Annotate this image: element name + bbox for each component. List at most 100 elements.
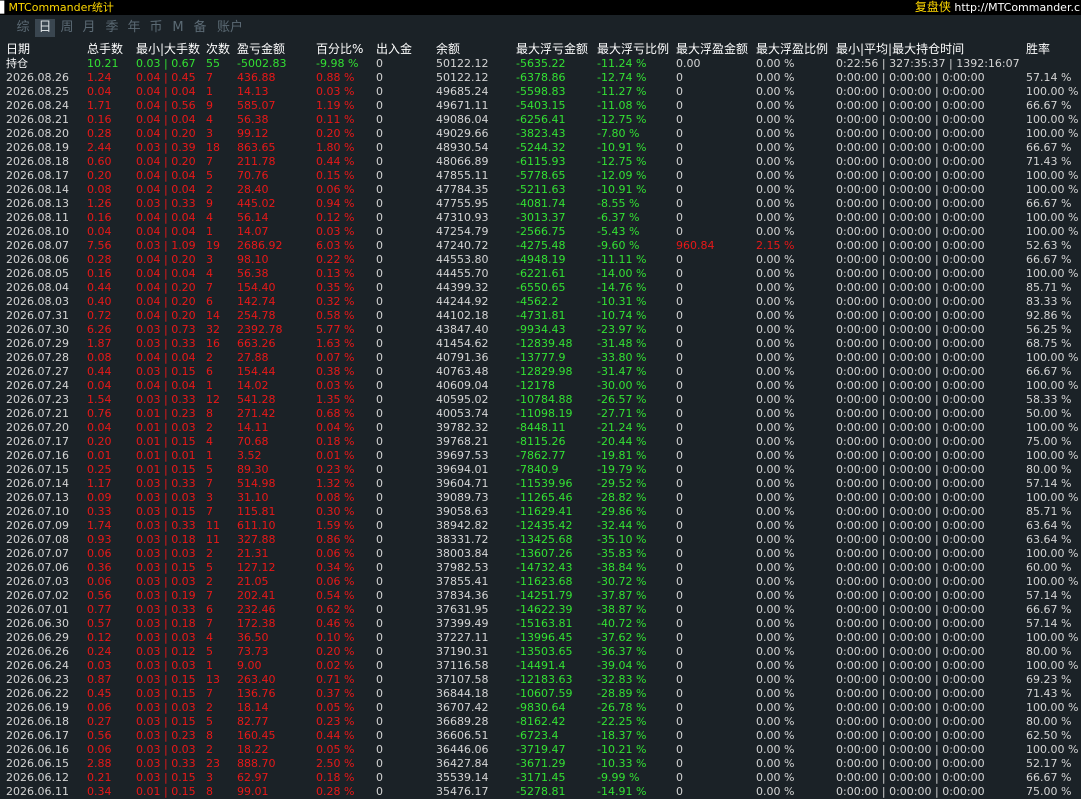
table-row[interactable]: 2026.08.17 0.20 0.04 | 0.04 5 70.76 0.15 % 0 47… xyxy=(0,169,1081,183)
cell-max-float-loss: -8162.42 xyxy=(516,715,566,728)
table-row[interactable]: 2026.06.22 0.45 0.03 | 0.15 7 136.76 0.37 % 0 3… xyxy=(0,687,1081,701)
table-row[interactable]: 2026.08.26 1.24 0.04 | 0.45 7 436.88 0.88 % 0 5… xyxy=(0,71,1081,85)
table-row[interactable]: 2026.06.12 0.21 0.03 | 0.15 3 62.97 0.18 % 0 35… xyxy=(0,771,1081,785)
table-row[interactable]: 2026.07.06 0.36 0.03 | 0.15 5 127.12 0.34 % 0 3… xyxy=(0,561,1081,575)
table-row[interactable]: 2026.08.05 0.16 0.04 | 0.04 4 56.38 0.13 % 0 44… xyxy=(0,267,1081,281)
cell-pnl: 31.10 xyxy=(237,491,269,504)
cell-hold-time: 0:00:00 | 0:00:00 | 0:00:00 xyxy=(836,239,985,252)
table-row[interactable]: 2026.08.25 0.04 0.04 | 0.04 1 14.13 0.03 % 0 49… xyxy=(0,85,1081,99)
table-row[interactable]: 2026.08.13 1.26 0.03 | 0.33 9 445.02 0.94 % 0 4… xyxy=(0,197,1081,211)
cell-date: 2026.08.04 xyxy=(6,281,69,294)
cell-hold-time: 0:00:00 | 0:00:00 | 0:00:00 xyxy=(836,673,985,686)
cell-win-rate: 57.14 % xyxy=(1026,589,1072,602)
tab-6[interactable]: 币 xyxy=(147,19,165,37)
cell-max-float-profit: 0 xyxy=(676,323,683,336)
table-row[interactable]: 2026.07.24 0.04 0.04 | 0.04 1 14.02 0.03 % 0 40… xyxy=(0,379,1081,393)
cell-max-float-profit-pct: 0.00 % xyxy=(756,757,795,770)
table-row[interactable]: 2026.08.10 0.04 0.04 | 0.04 1 14.07 0.03 % 0 47… xyxy=(0,225,1081,239)
tab-2[interactable]: 周 xyxy=(58,19,76,37)
table-row[interactable]: 2026.07.20 0.04 0.01 | 0.03 2 14.11 0.04 % 0 39… xyxy=(0,421,1081,435)
cell-hold-time: 0:00:00 | 0:00:00 | 0:00:00 xyxy=(836,505,985,518)
table-row[interactable]: 2026.07.28 0.08 0.04 | 0.04 2 27.88 0.07 % 0 40… xyxy=(0,351,1081,365)
cell-max-float-profit: 0 xyxy=(676,281,683,294)
table-row[interactable]: 2026.06.29 0.12 0.03 | 0.03 4 36.50 0.10 % 0 37… xyxy=(0,631,1081,645)
tab-0[interactable]: 综 xyxy=(14,19,32,37)
table-row[interactable]: 2026.08.04 0.44 0.04 | 0.20 7 154.40 0.35 % 0 4… xyxy=(0,281,1081,295)
cell-max-float-loss-pct: -26.78 % xyxy=(597,701,647,714)
table-row[interactable]: 2026.06.19 0.06 0.03 | 0.03 2 18.14 0.05 % 0 36… xyxy=(0,701,1081,715)
table-row[interactable]: 2026.08.11 0.16 0.04 | 0.04 4 56.14 0.12 % 0 47… xyxy=(0,211,1081,225)
table-row[interactable]: 2026.07.31 0.72 0.04 | 0.20 14 254.78 0.58 % 0… xyxy=(0,309,1081,323)
table-row[interactable]: 2026.07.03 0.06 0.03 | 0.03 2 21.05 0.06 % 0 37… xyxy=(0,575,1081,589)
cell-max-float-loss-pct: -12.74 % xyxy=(597,71,647,84)
cell-deposit: 0 xyxy=(376,533,383,546)
table-row[interactable]: 2026.06.23 0.87 0.03 | 0.15 13 263.40 0.71 % 0… xyxy=(0,673,1081,687)
table-row[interactable]: 2026.07.16 0.01 0.01 | 0.01 1 3.52 0.01 % 0 396… xyxy=(0,449,1081,463)
table-row[interactable]: 2026.07.23 1.54 0.03 | 0.33 12 541.28 1.35 % 0… xyxy=(0,393,1081,407)
website-link[interactable]: http://MTCommander.c xyxy=(954,1,1080,14)
table-row[interactable]: 2026.06.18 0.27 0.03 | 0.15 5 82.77 0.23 % 0 36… xyxy=(0,715,1081,729)
copy-label[interactable]: 复盘侠 xyxy=(915,0,951,14)
cell-max-float-profit: 0 xyxy=(676,267,683,280)
table-row[interactable]: 2026.06.11 0.34 0.01 | 0.15 8 99.01 0.28 % 0 35… xyxy=(0,785,1081,799)
cell-total-lots: 0.87 xyxy=(87,673,112,686)
cell-win-rate: 80.00 % xyxy=(1026,645,1072,658)
table-row[interactable]: 2026.06.15 2.88 0.03 | 0.33 23 888.70 2.50 % 0… xyxy=(0,757,1081,771)
cell-max-float-profit-pct: 0.00 % xyxy=(756,393,795,406)
table-row[interactable]: 2026.08.07 7.56 0.03 | 1.09 19 2686.92 6.03 %… xyxy=(0,239,1081,253)
table-row[interactable]: 2026.07.27 0.44 0.03 | 0.15 6 154.44 0.38 % 0 4… xyxy=(0,365,1081,379)
cell-date: 2026.07.27 xyxy=(6,365,69,378)
table-row[interactable]: 2026.07.01 0.77 0.03 | 0.33 6 232.46 0.62 % 0 3… xyxy=(0,603,1081,617)
table-row[interactable]: 2026.08.24 1.71 0.04 | 0.56 9 585.07 1.19 % 0 4… xyxy=(0,99,1081,113)
cell-total-lots: 1.74 xyxy=(87,519,112,532)
cell-total-lots: 0.44 xyxy=(87,365,112,378)
cell-max-float-profit-pct: 0.00 % xyxy=(756,463,795,476)
tab-8[interactable]: 备 xyxy=(191,19,209,37)
table-row[interactable]: 2026.07.10 0.33 0.03 | 0.15 7 115.81 0.30 % 0 3… xyxy=(0,505,1081,519)
table-row[interactable]: 2026.07.02 0.56 0.03 | 0.19 7 202.41 0.54 % 0 3… xyxy=(0,589,1081,603)
table-row[interactable]: 2026.08.06 0.28 0.04 | 0.20 3 98.10 0.22 % 0 44… xyxy=(0,253,1081,267)
cell-percent: 0.03 % xyxy=(316,225,355,238)
table-row[interactable]: 2026.07.30 6.26 0.03 | 0.73 32 2392.78 5.77 %… xyxy=(0,323,1081,337)
table-row[interactable]: 2026.08.21 0.16 0.04 | 0.04 4 56.38 0.11 % 0 49… xyxy=(0,113,1081,127)
table-row[interactable]: 2026.08.18 0.60 0.04 | 0.20 7 211.78 0.44 % 0 4… xyxy=(0,155,1081,169)
cell-balance: 49029.66 xyxy=(436,127,489,140)
table-row[interactable]: 2026.06.17 0.56 0.03 | 0.23 8 160.45 0.44 % 0 3… xyxy=(0,729,1081,743)
table-row[interactable]: 2026.06.16 0.06 0.03 | 0.03 2 18.22 0.05 % 0 36… xyxy=(0,743,1081,757)
table-row[interactable]: 2026.08.19 2.44 0.03 | 0.39 18 863.65 1.80 % 0… xyxy=(0,141,1081,155)
cell-win-rate: 100.00 % xyxy=(1026,379,1079,392)
cell-hold-time: 0:00:00 | 0:00:00 | 0:00:00 xyxy=(836,491,985,504)
cell-count: 2 xyxy=(206,183,213,196)
tab-4[interactable]: 季 xyxy=(103,19,121,37)
tab-7[interactable]: M xyxy=(169,19,187,37)
tab-1[interactable]: 日 xyxy=(35,19,55,37)
table-row[interactable]: 2026.07.08 0.93 0.03 | 0.18 11 327.88 0.86 % 0… xyxy=(0,533,1081,547)
table-row[interactable]: 2026.07.21 0.76 0.01 | 0.23 8 271.42 0.68 % 0 4… xyxy=(0,407,1081,421)
table-row[interactable]: 2026.07.13 0.09 0.03 | 0.03 3 31.10 0.08 % 0 39… xyxy=(0,491,1081,505)
cell-max-float-profit-pct: 0.00 % xyxy=(756,141,795,154)
table-row[interactable]: 2026.07.07 0.06 0.03 | 0.03 2 21.31 0.06 % 0 38… xyxy=(0,547,1081,561)
table-row[interactable]: 2026.06.24 0.03 0.03 | 0.03 1 9.00 0.02 % 0 371… xyxy=(0,659,1081,673)
table-row[interactable]: 2026.07.14 1.17 0.03 | 0.33 7 514.98 1.32 % 0 3… xyxy=(0,477,1081,491)
table-row[interactable]: 2026.06.26 0.24 0.03 | 0.12 5 73.73 0.20 % 0 37… xyxy=(0,645,1081,659)
cell-max-float-profit: 960.84 xyxy=(676,239,715,252)
cell-max-float-profit-pct: 0.00 % xyxy=(756,281,795,294)
cell-pnl: 2686.92 xyxy=(237,239,283,252)
table-row[interactable]: 2026.07.17 0.20 0.01 | 0.15 4 70.68 0.18 % 0 39… xyxy=(0,435,1081,449)
table-row[interactable]: 2026.08.14 0.08 0.04 | 0.04 2 28.40 0.06 % 0 47… xyxy=(0,183,1081,197)
cell-min-max-lots: 0.04 | 0.45 xyxy=(136,71,196,84)
table-row[interactable]: 2026.08.03 0.40 0.04 | 0.20 6 142.74 0.32 % 0 4… xyxy=(0,295,1081,309)
cell-count: 18 xyxy=(206,141,220,154)
table-row[interactable]: 2026.07.29 1.87 0.03 | 0.33 16 663.26 1.63 % 0… xyxy=(0,337,1081,351)
tab-3[interactable]: 月 xyxy=(80,19,98,37)
table-row[interactable]: 2026.07.15 0.25 0.01 | 0.15 5 89.30 0.23 % 0 39… xyxy=(0,463,1081,477)
tab-9[interactable]: 账户 xyxy=(215,19,245,37)
table-row[interactable]: 2026.06.30 0.57 0.03 | 0.18 7 172.38 0.46 % 0 3… xyxy=(0,617,1081,631)
tab-5[interactable]: 年 xyxy=(125,19,143,37)
cell-hold-time: 0:00:00 | 0:00:00 | 0:00:00 xyxy=(836,183,985,196)
table-row[interactable]: 2026.08.20 0.28 0.04 | 0.20 3 99.12 0.20 % 0 49… xyxy=(0,127,1081,141)
cell-balance: 44244.92 xyxy=(436,295,489,308)
holding-summary-row[interactable]: 持仓 10.21 0.03 | 0.67 55 -5002.83 -9.98 % 0 5012… xyxy=(0,57,1081,71)
cell-percent: 0.35 % xyxy=(316,281,355,294)
table-row[interactable]: 2026.07.09 1.74 0.03 | 0.33 11 611.10 1.59 % 0… xyxy=(0,519,1081,533)
